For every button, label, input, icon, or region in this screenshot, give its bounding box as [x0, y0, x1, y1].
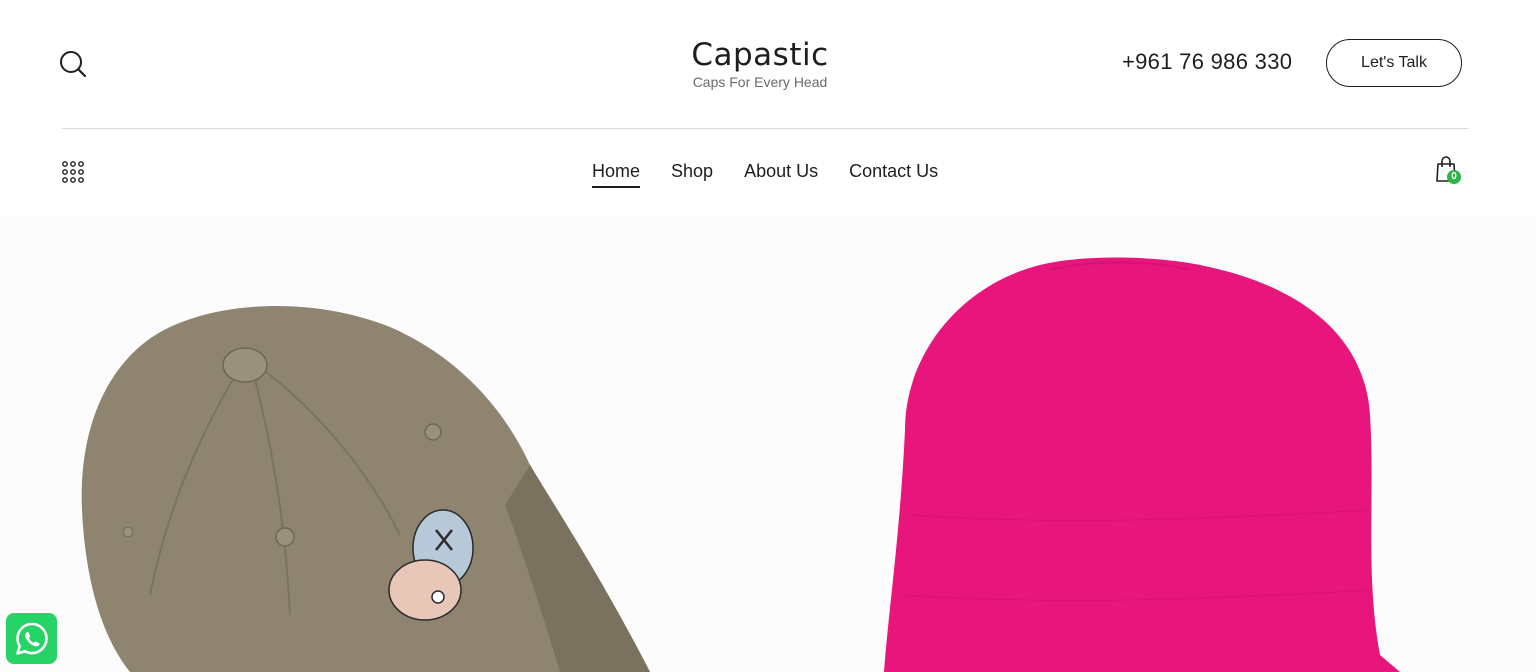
primary-nav: Home Shop About Us Contact Us	[592, 159, 969, 188]
brand-logo[interactable]: Capastic Caps For Every Head	[660, 36, 860, 90]
nav-item-about-us[interactable]: About Us	[744, 159, 818, 183]
grid-dots-icon	[62, 161, 84, 183]
hero-banner	[0, 215, 1536, 672]
whatsapp-icon	[15, 622, 48, 655]
whatsapp-button[interactable]	[6, 613, 57, 664]
search-button[interactable]	[58, 49, 88, 79]
menu-grid-button[interactable]	[61, 160, 85, 184]
main-nav-bar: Home Shop About Us Contact Us 0	[0, 129, 1536, 215]
khaki-cap-image	[81, 306, 650, 672]
cart-count-badge: 0	[1447, 170, 1461, 184]
nav-item-home[interactable]: Home	[592, 159, 641, 188]
lets-talk-button[interactable]: Let's Talk	[1326, 39, 1462, 87]
cart-button[interactable]: 0	[1434, 155, 1466, 187]
pink-beanie-image	[884, 257, 1400, 672]
brand-name: Capastic	[691, 37, 829, 73]
nav-item-shop[interactable]: Shop	[671, 159, 713, 183]
brand-tagline: Caps For Every Head	[692, 74, 828, 90]
search-icon	[60, 51, 87, 78]
phone-number[interactable]: +961 76 986 330	[1122, 48, 1292, 76]
top-header: Capastic Caps For Every Head +961 76 986…	[0, 0, 1536, 128]
nav-item-contact-us[interactable]: Contact Us	[849, 159, 938, 183]
